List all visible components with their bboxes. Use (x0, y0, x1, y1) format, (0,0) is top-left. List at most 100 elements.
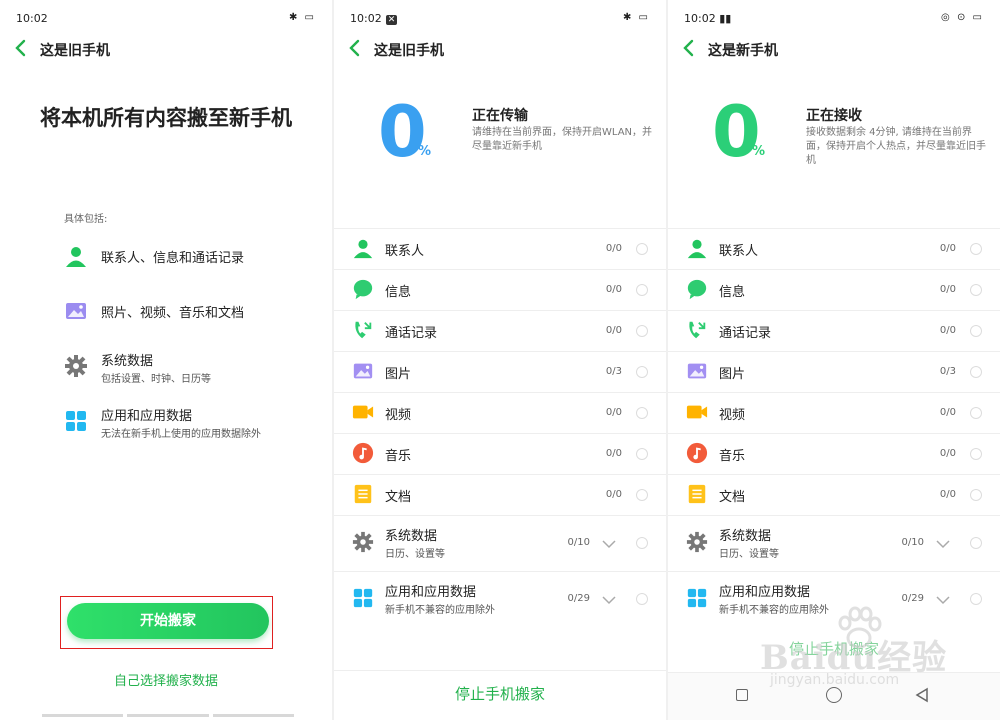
old-phone-transfer-screen: 10:02 ✕ ✱ ▭ 这是旧手机 0 % 正在传输 请维持在当前界面，保持开启W… (334, 0, 666, 720)
status-icons: ◎ ⊙ ▭ (941, 12, 984, 23)
start-move-button[interactable]: 开始搬家 (67, 603, 269, 639)
chevron-left-icon (15, 39, 26, 57)
row-label: 通话记录 (385, 326, 438, 341)
list-item[interactable]: 信息 0/0 (334, 269, 666, 310)
state-description: 请维持在当前界面，保持开启WLAN，并尽量靠近新手机 (472, 127, 653, 152)
stop-move-button[interactable]: 停止手机搬家 (668, 638, 1000, 659)
gear-icon (686, 531, 708, 553)
row-radio[interactable] (636, 537, 648, 549)
status-bar: 10:02 ✱ ▭ (16, 8, 316, 28)
row-label: 联系人 (385, 244, 425, 259)
chevron-down-icon[interactable] (602, 539, 616, 549)
nav-back-button[interactable] (914, 687, 930, 703)
state-title: 正在传输 (472, 108, 528, 124)
row-count: 0/0 (939, 325, 956, 336)
list-item[interactable]: 音乐 0/0 (668, 433, 1000, 474)
list-item[interactable]: 音乐 0/0 (334, 433, 666, 474)
row-label: 文档 (385, 490, 412, 505)
row-label: 音乐 (385, 449, 412, 464)
battery-icon: ▭ (304, 12, 316, 23)
chevron-down-icon[interactable] (936, 539, 950, 549)
row-count: 0/0 (605, 284, 622, 295)
list-item[interactable]: 视频 0/0 (334, 392, 666, 433)
state-description: 接收数据剩余 4分钟, 请维持在当前界面，保持开启个人热点，并尽量靠近旧手机 (806, 127, 986, 166)
title-bar: 这是旧手机 (346, 38, 654, 62)
list-item[interactable]: 通话记录 0/0 (668, 310, 1000, 351)
row-radio[interactable] (636, 284, 648, 296)
row-label: 应用和应用数据 (385, 585, 477, 600)
include-item-apps: 应用和应用数据 无法在新手机上使用的应用数据除外 (64, 405, 304, 441)
percent-sign: % (418, 144, 432, 159)
page-title: 这是旧手机 (40, 43, 110, 59)
hero-heading: 将本机所有内容搬至新手机 (40, 106, 292, 130)
include-item-label: 联系人、信息和通话记录 (101, 251, 245, 266)
row-count: 0/29 (567, 593, 590, 604)
bluetooth-icon: ✱ (622, 12, 634, 23)
gear-icon (65, 355, 87, 377)
include-item-sub: 包括设置、时钟、日历等 (101, 374, 211, 385)
row-count: 0/0 (605, 407, 622, 418)
back-button[interactable] (348, 38, 368, 60)
gear-icon (352, 531, 374, 553)
home-button[interactable] (826, 687, 842, 703)
row-radio[interactable] (636, 407, 648, 419)
row-radio[interactable] (970, 448, 982, 460)
signal-icon: ▮▮ (719, 12, 732, 25)
page-title: 这是新手机 (708, 43, 778, 59)
row-radio[interactable] (970, 407, 982, 419)
row-count: 0/0 (939, 448, 956, 459)
list-item[interactable]: 图片 0/3 (334, 351, 666, 392)
new-phone-receive-screen: 10:02 ▮▮ ◎ ⊙ ▭ 这是新手机 0 % 正在接收 接收数据剩余 4分钟… (668, 0, 1000, 720)
list-item[interactable]: 信息 0/0 (668, 269, 1000, 310)
list-item[interactable]: 文档 0/0 (668, 474, 1000, 515)
row-label: 视频 (719, 408, 746, 423)
back-button[interactable] (14, 38, 34, 60)
stop-move-button[interactable]: 停止手机搬家 (334, 683, 666, 704)
list-item[interactable]: 视频 0/0 (668, 392, 1000, 433)
include-item-sub: 无法在新手机上使用的应用数据除外 (101, 429, 261, 440)
list-item[interactable]: 通话记录 0/0 (334, 310, 666, 351)
list-item[interactable]: 应用和应用数据 新手机不兼容的应用除外 0/29 (668, 571, 1000, 627)
back-button[interactable] (682, 38, 702, 60)
row-radio[interactable] (636, 366, 648, 378)
row-radio[interactable] (970, 284, 982, 296)
list-item[interactable]: 系统数据 日历、设置等 0/10 (334, 515, 666, 571)
row-radio[interactable] (636, 593, 648, 605)
list-item[interactable]: 系统数据 日历、设置等 0/10 (668, 515, 1000, 571)
chevron-left-icon (349, 39, 360, 57)
battery-icon: ▭ (972, 12, 984, 23)
row-label: 信息 (719, 285, 746, 300)
notification-icon: ✕ (385, 15, 398, 25)
picture-icon (353, 363, 373, 379)
row-sub: 日历、设置等 (719, 549, 779, 560)
include-item-contacts: 联系人、信息和通话记录 (64, 240, 304, 276)
row-radio[interactable] (970, 489, 982, 501)
row-radio[interactable] (636, 448, 648, 460)
bottom-bar: 停止手机搬家 (334, 670, 666, 720)
row-radio[interactable] (970, 325, 982, 337)
photo-icon (66, 303, 86, 319)
self-select-link[interactable]: 自己选择搬家数据 (0, 670, 332, 689)
row-radio[interactable] (636, 325, 648, 337)
row-radio[interactable] (970, 593, 982, 605)
row-radio[interactable] (970, 366, 982, 378)
row-radio[interactable] (636, 243, 648, 255)
list-item[interactable]: 联系人 0/0 (334, 228, 666, 269)
chevron-left-icon (683, 39, 694, 57)
row-label: 系统数据 (385, 529, 438, 544)
picture-icon (687, 363, 707, 379)
chevron-down-icon[interactable] (936, 595, 950, 605)
row-radio[interactable] (636, 489, 648, 501)
row-radio[interactable] (970, 243, 982, 255)
row-label: 图片 (719, 367, 746, 382)
row-count: 0/29 (901, 593, 924, 604)
list-item[interactable]: 图片 0/3 (668, 351, 1000, 392)
row-radio[interactable] (970, 537, 982, 549)
row-label: 联系人 (719, 244, 759, 259)
recents-button[interactable] (736, 689, 748, 701)
receive-list: 联系人 0/0 信息 0/0 通话记录 0/0 图片 0/3 视频 0/0 音乐… (668, 228, 1000, 627)
chevron-down-icon[interactable] (602, 595, 616, 605)
list-item[interactable]: 文档 0/0 (334, 474, 666, 515)
list-item[interactable]: 应用和应用数据 新手机不兼容的应用除外 0/29 (334, 571, 666, 627)
list-item[interactable]: 联系人 0/0 (668, 228, 1000, 269)
